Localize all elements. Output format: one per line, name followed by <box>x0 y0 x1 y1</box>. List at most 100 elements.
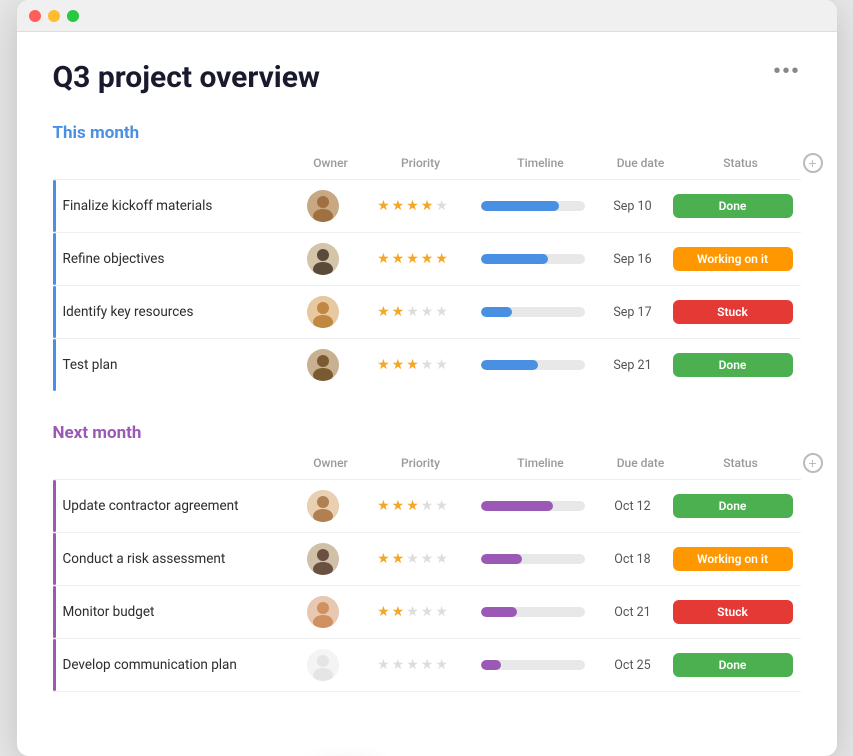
star: ★ <box>392 357 405 373</box>
star: ★ <box>392 551 405 567</box>
task-name: Monitor budget <box>53 604 293 620</box>
priority-stars: ★ ★ ★ ★ ★ <box>353 304 473 320</box>
col-timeline: Timeline <box>481 456 601 470</box>
task-row: Identify key resources ★ ★ ★ ★ ★ <box>53 286 801 339</box>
timeline-fill <box>481 307 512 317</box>
col-status: Status <box>681 456 801 470</box>
timeline-bar <box>481 607 585 617</box>
star: ★ <box>435 657 448 673</box>
timeline-bar <box>481 254 585 264</box>
star: ★ <box>377 657 390 673</box>
due-date: Oct 21 <box>593 605 673 620</box>
star: ★ <box>406 604 419 620</box>
avatar <box>307 296 339 328</box>
star: ★ <box>421 604 434 620</box>
priority-stars: ★ ★ ★ ★ ★ <box>353 498 473 514</box>
titlebar <box>17 0 837 32</box>
due-date: Oct 25 <box>593 658 673 673</box>
star: ★ <box>406 251 419 267</box>
star: ★ <box>421 357 434 373</box>
status-badge: Done <box>673 494 793 518</box>
section-title-this-month: This month <box>53 123 801 143</box>
avatar <box>307 596 339 628</box>
col-status: Status <box>681 156 801 170</box>
star: ★ <box>406 657 419 673</box>
timeline-bar <box>481 307 585 317</box>
star: ★ <box>406 304 419 320</box>
col-priority: Priority <box>361 156 481 170</box>
avatar <box>307 490 339 522</box>
timeline-fill <box>481 607 517 617</box>
task-name: Identify key resources <box>53 304 293 320</box>
star: ★ <box>421 551 434 567</box>
avatar <box>307 349 339 381</box>
timeline-fill <box>481 254 549 264</box>
star: ★ <box>421 198 434 214</box>
section-next-month: Next month Owner Priority Timeline Due d… <box>53 423 801 692</box>
timeline-fill <box>481 501 554 511</box>
avatar <box>307 190 339 222</box>
avatar <box>307 649 339 681</box>
add-column-button[interactable]: + <box>803 453 823 473</box>
star: ★ <box>406 357 419 373</box>
task-name: Conduct a risk assessment <box>53 551 293 567</box>
task-name: Test plan <box>53 357 293 373</box>
due-date: Sep 21 <box>593 358 673 373</box>
task-row: Monitor budget ★ ★ ★ ★ ★ <box>53 586 801 639</box>
star: ★ <box>421 657 434 673</box>
star: ★ <box>377 498 390 514</box>
priority-stars: ★ ★ ★ ★ ★ <box>353 551 473 567</box>
section-this-month: This month Owner Priority Timeline Due d… <box>53 123 801 391</box>
task-row: Finalize kickoff materials ★ ★ ★ ★ ★ <box>53 180 801 233</box>
task-row: Develop communication plan ★ ★ ★ ★ ★ <box>53 639 801 692</box>
priority-stars: ★ ★ ★ ★ ★ <box>353 657 473 673</box>
star: ★ <box>392 251 405 267</box>
status-badge: Stuck <box>673 600 793 624</box>
section-title-next-month: Next month <box>53 423 801 443</box>
more-button[interactable]: ••• <box>773 60 800 83</box>
due-date: Sep 16 <box>593 252 673 267</box>
star: ★ <box>377 251 390 267</box>
timeline-fill <box>481 554 523 564</box>
timeline-fill <box>481 360 538 370</box>
col-duedate: Due date <box>601 456 681 470</box>
col-add: + <box>801 453 825 473</box>
star: ★ <box>392 604 405 620</box>
star: ★ <box>435 251 448 267</box>
due-date: Oct 18 <box>593 552 673 567</box>
priority-stars: ★ ★ ★ ★ ★ <box>353 357 473 373</box>
due-date: Oct 12 <box>593 499 673 514</box>
col-add: + <box>801 153 825 173</box>
due-date: Sep 10 <box>593 199 673 214</box>
page-header: Q3 project overview ••• <box>53 60 801 95</box>
star: ★ <box>377 357 390 373</box>
status-badge: Working on it <box>673 547 793 571</box>
timeline-bar <box>481 501 585 511</box>
maximize-dot[interactable] <box>67 10 79 22</box>
star: ★ <box>435 304 448 320</box>
star: ★ <box>392 198 405 214</box>
star: ★ <box>421 498 434 514</box>
timeline-bar <box>481 201 585 211</box>
timeline-bar <box>481 360 585 370</box>
star: ★ <box>421 304 434 320</box>
timeline-fill <box>481 660 502 670</box>
status-badge: Done <box>673 353 793 377</box>
timeline-fill <box>481 201 559 211</box>
app-window: Q3 project overview ••• This month Owner… <box>17 0 837 756</box>
col-timeline: Timeline <box>481 156 601 170</box>
next-month-header: Owner Priority Timeline Due date Status … <box>53 453 801 480</box>
star: ★ <box>392 657 405 673</box>
main-content: Q3 project overview ••• This month Owner… <box>17 32 837 756</box>
minimize-dot[interactable] <box>48 10 60 22</box>
star: ★ <box>435 498 448 514</box>
star: ★ <box>406 551 419 567</box>
star: ★ <box>421 251 434 267</box>
task-row: Conduct a risk assessment ★ ★ ★ ★ ★ <box>53 533 801 586</box>
star: ★ <box>392 498 405 514</box>
star: ★ <box>377 304 390 320</box>
close-dot[interactable] <box>29 10 41 22</box>
star: ★ <box>435 551 448 567</box>
task-name: Develop communication plan <box>53 657 293 673</box>
add-column-button[interactable]: + <box>803 153 823 173</box>
